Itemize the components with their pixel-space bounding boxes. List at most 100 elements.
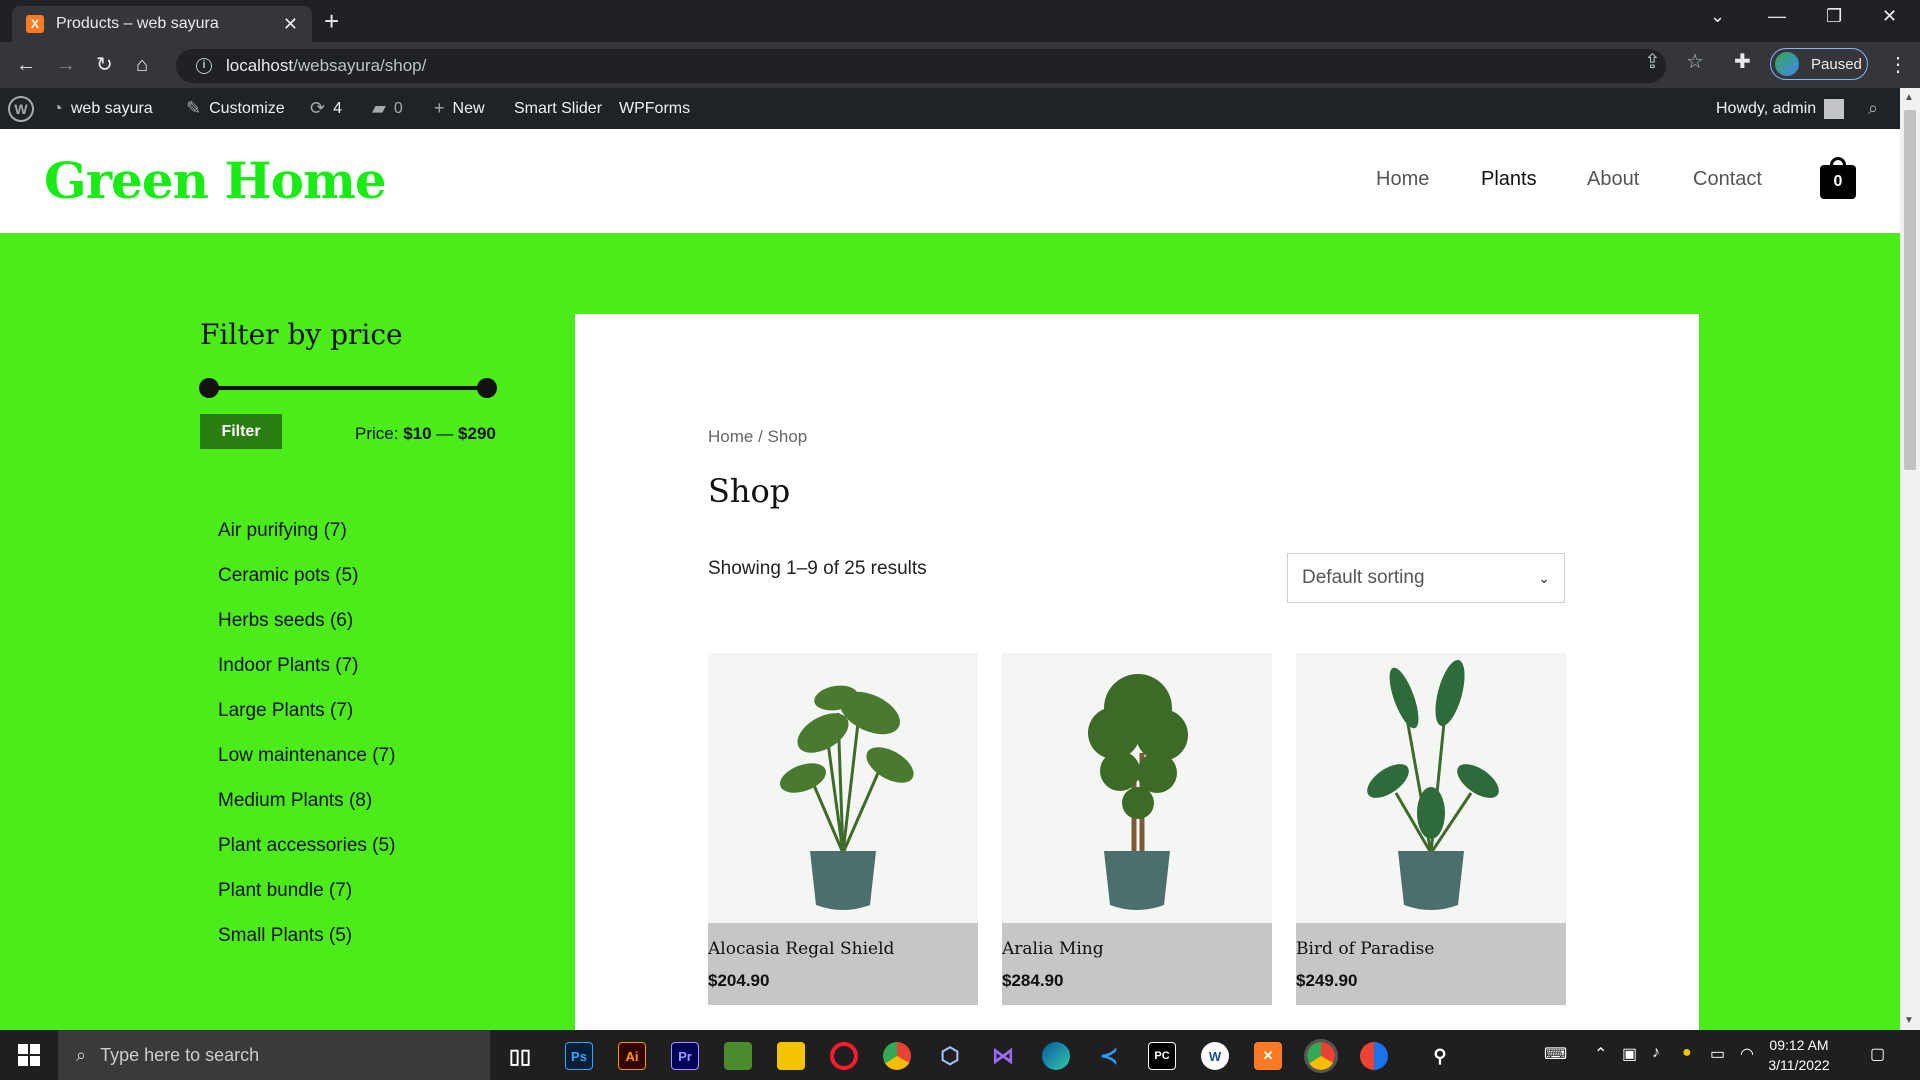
- url-path: /websayura/shop/: [293, 56, 427, 75]
- wifi-icon[interactable]: ◠: [1740, 1044, 1754, 1064]
- close-tab-icon[interactable]: ✕: [283, 14, 298, 35]
- wamp-icon[interactable]: W: [1201, 1042, 1229, 1070]
- reload-icon[interactable]: ↻: [96, 52, 113, 78]
- comment-bubble-icon: ▰: [372, 98, 386, 118]
- chrome-active-icon[interactable]: [1304, 1039, 1338, 1073]
- product-image-bird-of-paradise[interactable]: [1296, 653, 1566, 923]
- keyboard-icon[interactable]: ⌨: [1544, 1044, 1567, 1064]
- nav-contact[interactable]: Contact: [1693, 168, 1762, 191]
- adminbar-search-button[interactable]: ⌕: [1868, 88, 1878, 129]
- category-medium-plants[interactable]: Medium Plants (8): [218, 786, 395, 831]
- tray-chevron-up-icon[interactable]: ⌃: [1594, 1044, 1607, 1064]
- browser-menu-icon[interactable]: ⋮: [1888, 52, 1908, 77]
- photoshop-icon[interactable]: Ps: [565, 1042, 593, 1070]
- opera-icon[interactable]: [830, 1042, 858, 1070]
- url-host: localhost: [226, 56, 294, 75]
- product-image-alocasia[interactable]: [708, 653, 978, 923]
- nav-about[interactable]: About: [1587, 168, 1639, 191]
- meet-now-icon[interactable]: ▣: [1622, 1044, 1637, 1064]
- forward-icon[interactable]: →: [56, 52, 76, 78]
- profile-button[interactable]: Paused: [1770, 48, 1868, 80]
- share-icon[interactable]: ⇪: [1644, 49, 1661, 74]
- chrome-dev-icon[interactable]: [1360, 1042, 1388, 1070]
- page-scrollbar[interactable]: ▲ ▼: [1900, 88, 1920, 1030]
- filter-button[interactable]: Filter: [200, 414, 282, 449]
- scroll-down-arrow-icon[interactable]: ▼: [1904, 1015, 1914, 1026]
- restore-icon[interactable]: ❐: [1826, 6, 1842, 27]
- category-plant-accessories[interactable]: Plant accessories (5): [218, 831, 395, 876]
- premiere-icon[interactable]: Pr: [671, 1042, 699, 1070]
- price-max-handle[interactable]: [477, 378, 497, 398]
- pycharm-icon[interactable]: PC: [1148, 1042, 1176, 1070]
- system-clock[interactable]: 09:12 AM 3/11/2022: [1754, 1035, 1844, 1075]
- xampp-icon[interactable]: ✕: [1254, 1042, 1282, 1070]
- product-card-bird-of-paradise[interactable]: Bird of Paradise $249.90: [1296, 653, 1566, 1005]
- price-min: $10: [403, 424, 432, 443]
- product-image-aralia[interactable]: [1002, 653, 1272, 923]
- cart-button[interactable]: 0: [1820, 157, 1856, 199]
- site-name-link[interactable]: ◔ web sayura: [52, 88, 153, 129]
- smart-slider-link[interactable]: Smart Slider: [514, 88, 602, 129]
- category-air-purifying[interactable]: Air purifying (7): [218, 516, 395, 561]
- scrollbar-thumb[interactable]: [1904, 110, 1916, 470]
- notifications-icon[interactable]: ▢: [1870, 1044, 1885, 1064]
- chrome-icon[interactable]: [883, 1042, 911, 1070]
- my-account-link[interactable]: Howdy, admin: [1716, 88, 1845, 129]
- updates-link[interactable]: ⟳ 4: [310, 88, 342, 129]
- illustrator-icon[interactable]: Ai: [618, 1042, 646, 1070]
- category-large-plants[interactable]: Large Plants (7): [218, 696, 395, 741]
- close-window-icon[interactable]: ✕: [1882, 6, 1897, 27]
- visual-studio-icon[interactable]: ⋈: [989, 1042, 1017, 1070]
- new-tab-icon[interactable]: +: [324, 8, 339, 34]
- breadcrumb-home-link[interactable]: Home: [708, 427, 753, 446]
- people-icon[interactable]: ⚲: [1426, 1042, 1454, 1070]
- sorting-select[interactable]: Default sorting ⌄: [1287, 553, 1565, 603]
- virtualbox-icon[interactable]: ⬡: [936, 1042, 964, 1070]
- plus-icon: +: [434, 98, 445, 118]
- filter-by-price-heading: Filter by price: [200, 318, 403, 351]
- category-small-plants[interactable]: Small Plants (5): [218, 921, 395, 966]
- product-card-alocasia[interactable]: Alocasia Regal Shield $204.90: [708, 653, 978, 1005]
- nav-plants[interactable]: Plants: [1481, 168, 1537, 191]
- product-name[interactable]: Aralia Ming: [1002, 939, 1272, 959]
- site-logo[interactable]: Green Home: [44, 151, 387, 210]
- nav-home[interactable]: Home: [1376, 168, 1429, 191]
- edge-icon[interactable]: [1042, 1042, 1070, 1070]
- media-player-icon[interactable]: [777, 1042, 805, 1070]
- wp-logo-button[interactable]: W: [8, 88, 34, 129]
- category-plant-bundle[interactable]: Plant bundle (7): [218, 876, 395, 921]
- price-range-slider[interactable]: [199, 378, 497, 398]
- vscode-icon[interactable]: ≺: [1095, 1042, 1123, 1070]
- volume-icon[interactable]: ♪: [1652, 1044, 1660, 1062]
- price-min-handle[interactable]: [199, 378, 219, 398]
- minimize-icon[interactable]: —: [1768, 6, 1786, 27]
- address-bar[interactable]: i localhost/websayura/shop/: [176, 49, 1666, 83]
- howdy-label: Howdy, admin: [1716, 99, 1817, 117]
- product-name[interactable]: Alocasia Regal Shield: [708, 939, 978, 959]
- category-indoor-plants[interactable]: Indoor Plants (7): [218, 651, 395, 696]
- norton-icon[interactable]: ●: [1682, 1044, 1692, 1062]
- category-herbs-seeds[interactable]: Herbs seeds (6): [218, 606, 395, 651]
- site-info-icon[interactable]: i: [196, 58, 212, 74]
- customize-link[interactable]: ✎ Customize: [186, 88, 285, 129]
- product-card-aralia[interactable]: Aralia Ming $284.90: [1002, 653, 1272, 1005]
- back-icon[interactable]: ←: [16, 52, 36, 78]
- category-low-maintenance[interactable]: Low maintenance (7): [218, 741, 395, 786]
- scroll-up-arrow-icon[interactable]: ▲: [1904, 92, 1914, 103]
- tab-search-chevron-icon[interactable]: ⌄: [1710, 6, 1725, 27]
- new-content-link[interactable]: + New: [434, 88, 485, 129]
- bookmark-star-icon[interactable]: ☆: [1686, 49, 1704, 74]
- comments-link[interactable]: ▰ 0: [372, 88, 403, 129]
- product-name[interactable]: Bird of Paradise: [1296, 939, 1566, 959]
- image-viewer-icon[interactable]: [724, 1042, 752, 1070]
- battery-icon[interactable]: ▭: [1710, 1044, 1725, 1064]
- windows-start-icon[interactable]: [18, 1044, 40, 1066]
- home-icon[interactable]: ⌂: [136, 52, 148, 78]
- extensions-puzzle-icon[interactable]: ✚: [1734, 49, 1751, 74]
- taskbar-search[interactable]: ⌕ Type here to search: [58, 1030, 490, 1080]
- browser-tab[interactable]: X Products – web sayura ✕: [12, 6, 312, 42]
- admin-avatar: [1824, 98, 1845, 119]
- wpforms-link[interactable]: WPForms: [619, 88, 690, 129]
- category-ceramic-pots[interactable]: Ceramic pots (5): [218, 561, 395, 606]
- task-view-icon[interactable]: ▯▯: [506, 1042, 534, 1070]
